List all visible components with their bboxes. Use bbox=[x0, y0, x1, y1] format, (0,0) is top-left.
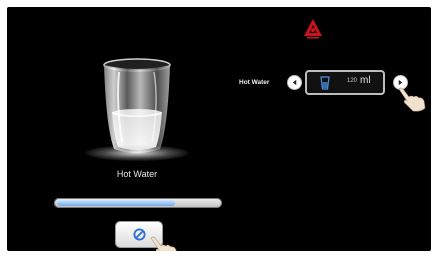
chevron-left-icon bbox=[292, 79, 297, 86]
brand-logo-icon bbox=[304, 19, 322, 39]
glass-reflection bbox=[85, 145, 189, 161]
pointing-hand-icon bbox=[398, 87, 426, 112]
dispense-progress-bar bbox=[54, 198, 222, 208]
dispense-progress-fill bbox=[57, 200, 175, 206]
dispenser-screen: Hot Water Hot Water 120 ml bbox=[7, 7, 431, 251]
cup-icon bbox=[320, 76, 330, 90]
volume-display: 120 ml bbox=[305, 70, 385, 95]
device-frame: Hot Water Hot Water 120 ml bbox=[0, 0, 438, 258]
volume-value: 120 bbox=[346, 78, 357, 84]
previous-button[interactable] bbox=[288, 76, 301, 89]
product-label: Hot Water bbox=[116, 169, 158, 179]
cancel-icon bbox=[132, 228, 146, 241]
volume-unit: ml bbox=[360, 75, 371, 86]
selector-label: Hot Water bbox=[239, 79, 270, 86]
chevron-right-icon bbox=[398, 79, 403, 86]
pointing-hand-icon bbox=[150, 236, 177, 251]
